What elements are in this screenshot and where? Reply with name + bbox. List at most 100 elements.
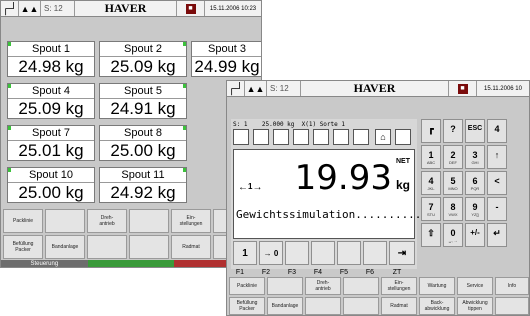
net-indicator: NET (396, 158, 410, 165)
spout-name: Spout 11 (100, 168, 186, 183)
unit-label: kg (395, 178, 410, 192)
befuellung-packer-button[interactable]: Befüllung Packer (3, 235, 43, 259)
display-slot (273, 129, 289, 145)
keypad-key-help[interactable]: ? (443, 119, 463, 143)
keypad-key-1[interactable]: 1 ABC (421, 145, 441, 169)
graph-icon[interactable]: ┌┘ (1, 1, 19, 16)
shift-icon[interactable]: ⇧ (421, 223, 441, 247)
arrow-up-icon[interactable]: ↑ (487, 145, 507, 169)
spout-tile[interactable]: Spout 8 25.00 kg (99, 125, 187, 161)
scale-icon[interactable]: ▲▲ (19, 1, 41, 16)
keypad-key-9[interactable]: 9 YZ[] (465, 197, 485, 221)
service-button[interactable]: Service (457, 277, 493, 295)
spout-weight: 25.00 kg (18, 183, 84, 202)
front-panel: ┌┘ ▲▲ S: 12 HAVER ■ 15.11.2006 10 S: 1 2… (226, 80, 530, 316)
plus-minus-key[interactable]: +/- (465, 223, 485, 247)
keypad-key-8[interactable]: 8 VWX (443, 197, 463, 221)
zt-label: ZT (392, 269, 402, 276)
enter-icon[interactable]: ↵ (487, 223, 507, 247)
keypad-key-4-extra[interactable]: 4 (487, 119, 507, 143)
keypad-key-5[interactable]: 5 MNO (443, 171, 463, 195)
keypad-key-4[interactable]: 4 JKL (421, 171, 441, 195)
spout-name: Spout 2 (100, 42, 186, 57)
f2-zero-key[interactable]: → 0 ← (259, 241, 283, 282)
f5-key[interactable] (337, 241, 361, 265)
keypad-key-6[interactable]: 6 PQR (465, 171, 485, 195)
spout-weight: 25.09 kg (18, 99, 84, 118)
empty-button[interactable] (343, 277, 379, 295)
spout-weight: 25.00 kg (110, 141, 176, 160)
drehantrieb-button[interactable]: Dreh- antrieb (87, 209, 127, 233)
keypad-key-bracket[interactable]: ┏ (421, 119, 441, 143)
alarm-cell[interactable]: ■ (177, 1, 205, 16)
spout-tile[interactable]: Spout 7 25.01 kg (7, 125, 95, 161)
drehantrieb-button[interactable]: Dreh- antrieb (305, 277, 341, 295)
display-slot (253, 129, 269, 145)
spout-tile[interactable]: Spout 3 24.99 kg (191, 41, 261, 77)
empty-button[interactable] (129, 235, 169, 259)
alarm-icon[interactable]: ■ (185, 3, 196, 14)
keypad-key-7[interactable]: 7 STU (421, 197, 441, 221)
display-slot (313, 129, 329, 145)
arrow-left-icon[interactable]: < (487, 171, 507, 195)
packlinie-button[interactable]: Packlinie (229, 277, 265, 295)
f1-key[interactable]: 1 (233, 241, 257, 265)
info-button[interactable]: Info (495, 277, 529, 295)
spout-tile[interactable]: Spout 10 25.00 kg (7, 167, 95, 203)
empty-button[interactable] (495, 297, 529, 315)
zt-exit-icon[interactable]: ⇥ (389, 241, 415, 265)
spout-name: Spout 10 (8, 168, 94, 183)
s-indicator: S: 12 (267, 81, 301, 96)
keypad-key-esc[interactable]: ESC (465, 119, 485, 143)
spout-name: Spout 3 (192, 42, 261, 57)
f4-key[interactable] (311, 241, 335, 265)
empty-button[interactable] (343, 297, 379, 315)
keypad-key-0[interactable]: 0 ␣.,→ (443, 223, 463, 247)
display-slot (333, 129, 349, 145)
status-bar: Steuerung (1, 260, 261, 267)
wartung-button[interactable]: Wartung (419, 277, 455, 295)
spout-weight: 25.09 kg (110, 57, 176, 76)
spout-weight: 24.99 kg (194, 57, 260, 76)
status-steuerung: Steuerung (30, 261, 59, 267)
packlinie-button[interactable]: Packlinie (3, 209, 43, 233)
spout-tile[interactable]: Spout 1 24.98 kg (7, 41, 95, 77)
empty-button[interactable] (87, 235, 127, 259)
f6-key[interactable] (363, 241, 387, 265)
spout-tile[interactable]: Spout 4 25.09 kg (7, 83, 95, 119)
empty-button[interactable] (267, 277, 303, 295)
einstellungen-button[interactable]: Ein- stellungen (171, 209, 211, 233)
range-arrow-icon: ←1→ (238, 182, 263, 193)
minus-key[interactable]: - (487, 197, 507, 221)
graph-icon[interactable]: ┌┘ (227, 81, 245, 96)
empty-button[interactable] (129, 209, 169, 233)
radmat-button[interactable]: Radmat (171, 235, 211, 259)
spout-name: Spout 8 (100, 126, 186, 141)
abwicklung-tippen-button[interactable]: Abwicklung tippen (457, 297, 493, 315)
bandanlage-button[interactable]: Bandanlage (45, 235, 85, 259)
keypad-key-2[interactable]: 2 DEF (443, 145, 463, 169)
back-abwicklung-button[interactable]: Back- abwicklung (419, 297, 455, 315)
spout-tile[interactable]: Spout 2 25.09 kg (99, 41, 187, 77)
bandanlage-button[interactable]: Bandanlage (267, 297, 303, 315)
display-slot (293, 129, 309, 145)
befuellung-packer-button[interactable]: Befüllung Packer (229, 297, 265, 315)
f3-key[interactable] (285, 241, 309, 265)
empty-button[interactable] (45, 209, 85, 233)
radmat-button[interactable]: Radmat (381, 297, 417, 315)
empty-button[interactable] (305, 297, 341, 315)
spout-name: Spout 7 (8, 126, 94, 141)
spout-weight: 24.92 kg (110, 183, 176, 202)
spout-tile[interactable]: Spout 5 24.91 kg (99, 83, 187, 119)
display-slot (353, 129, 369, 145)
alarm-cell[interactable]: ■ (449, 81, 477, 96)
datetime: 15.11.2006 10:23 (209, 5, 257, 12)
display-slot (395, 129, 411, 145)
spout-tile[interactable]: Spout 11 24.92 kg (99, 167, 187, 203)
alarm-icon[interactable]: ■ (457, 83, 468, 94)
einstellungen-button[interactable]: Ein- stellungen (381, 277, 417, 295)
keypad-key-3[interactable]: 3 GHI (465, 145, 485, 169)
weight-value: 19.93 (294, 158, 392, 198)
weight-box: ←1→ 19.93 NET kg Gewichtssimulation.....… (233, 149, 421, 239)
scale-icon[interactable]: ▲▲ (245, 81, 267, 96)
